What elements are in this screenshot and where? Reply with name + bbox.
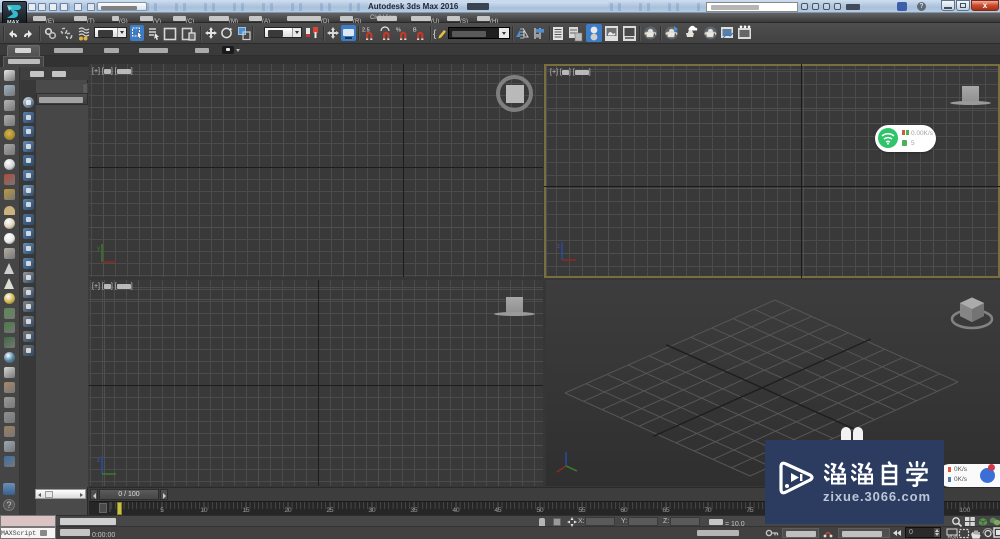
svg-text:B: B (413, 28, 417, 34)
svg-text:{: { (433, 29, 437, 40)
svg-text:RGN: RGN (948, 535, 959, 539)
svg-text:z: z (557, 244, 560, 250)
svg-text:y: y (97, 246, 100, 252)
svg-text:z: z (97, 458, 100, 464)
svg-text:%: % (396, 28, 401, 34)
svg-text:2.5: 2.5 (362, 28, 370, 34)
